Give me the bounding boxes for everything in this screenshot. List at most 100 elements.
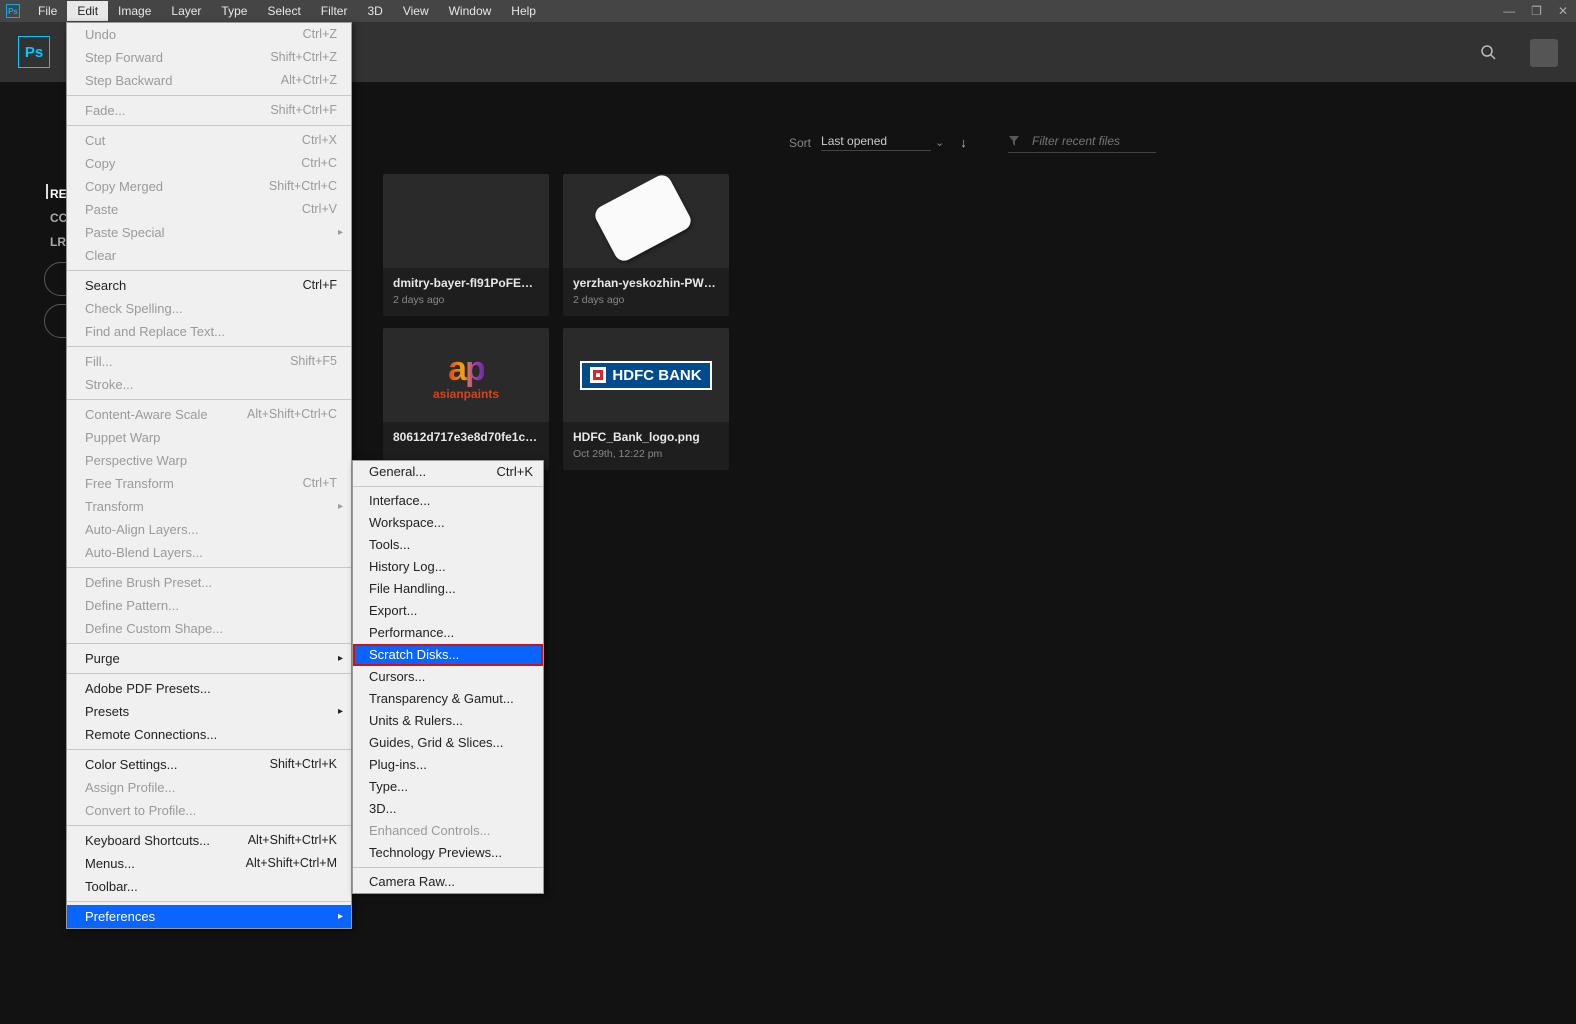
menu-separator	[67, 825, 351, 826]
menu-image[interactable]: Image	[108, 1, 161, 21]
edit-menu-item: Fade...Shift+Ctrl+F	[67, 99, 351, 122]
menu-help[interactable]: Help	[501, 1, 546, 21]
edit-menu-item: Define Pattern...	[67, 594, 351, 617]
edit-menu-item: Copy MergedShift+Ctrl+C	[67, 175, 351, 198]
edit-menu-item: PasteCtrl+V	[67, 198, 351, 221]
recent-file-timestamp: Oct 29th, 12:22 pm	[573, 448, 719, 460]
edit-menu-item[interactable]: Color Settings...Shift+Ctrl+K	[67, 753, 351, 776]
preferences-menu-item[interactable]: Workspace...	[353, 512, 543, 534]
preferences-menu-item[interactable]: Type...	[353, 776, 543, 798]
menu-separator	[67, 567, 351, 568]
sidebar-item-re[interactable]: RE	[0, 182, 68, 206]
preferences-menu-item[interactable]: Camera Raw...	[353, 871, 543, 893]
sidebar-item-lr[interactable]: LR	[0, 230, 68, 254]
recent-file-card[interactable]: dmitry-bayer-fI91PoFE1DU... 2 days ago	[383, 174, 549, 316]
edit-menu-item: Step BackwardAlt+Ctrl+Z	[67, 69, 351, 92]
edit-menu-item: Convert to Profile...	[67, 799, 351, 822]
menu-separator	[67, 125, 351, 126]
app-icon: Ps	[6, 4, 20, 18]
edit-menu-item: UndoCtrl+Z	[67, 23, 351, 46]
preferences-menu-item[interactable]: Transparency & Gamut...	[353, 688, 543, 710]
preferences-menu-item[interactable]: History Log...	[353, 556, 543, 578]
edit-menu-item: Transform	[67, 495, 351, 518]
menu-separator	[67, 643, 351, 644]
recent-file-card[interactable]: yerzhan-yeskozhin-PWC_...2 days ago	[563, 174, 729, 316]
edit-menu-item: Fill...Shift+F5	[67, 350, 351, 373]
edit-menu-item: Free TransformCtrl+T	[67, 472, 351, 495]
filter-control[interactable]: Filter recent files	[1008, 134, 1156, 153]
menu-edit[interactable]: Edit	[67, 1, 108, 21]
recent-file-name: HDFC_Bank_logo.png	[573, 430, 719, 444]
preferences-menu-item[interactable]: Tools...	[353, 534, 543, 556]
preferences-menu-item[interactable]: Performance...	[353, 622, 543, 644]
menu-separator	[67, 673, 351, 674]
edit-menu-item[interactable]: Purge	[67, 647, 351, 670]
edit-menu-item: Define Brush Preset...	[67, 571, 351, 594]
menu-view[interactable]: View	[393, 1, 439, 21]
menu-separator	[67, 901, 351, 902]
recent-file-name: 80612d717e3e8d70fe1c456	[393, 430, 539, 444]
preferences-menu-item[interactable]: Technology Previews...	[353, 842, 543, 864]
menu-window[interactable]: Window	[439, 1, 502, 21]
preferences-menu-item[interactable]: Guides, Grid & Slices...	[353, 732, 543, 754]
preferences-menu-item: Enhanced Controls...	[353, 820, 543, 842]
preferences-menu-item[interactable]: General...Ctrl+K	[353, 461, 543, 483]
edit-menu-item[interactable]: Preferences	[67, 905, 351, 928]
menu-separator	[67, 399, 351, 400]
preferences-menu-item[interactable]: Interface...	[353, 490, 543, 512]
edit-menu-item[interactable]: SearchCtrl+F	[67, 274, 351, 297]
menu-separator	[67, 346, 351, 347]
edit-menu-item[interactable]: Keyboard Shortcuts...Alt+Shift+Ctrl+K	[67, 829, 351, 852]
menubar: Ps FileEditImageLayerTypeSelectFilter3DV…	[0, 0, 1576, 22]
close-icon[interactable]: ✕	[1558, 4, 1568, 18]
search-icon[interactable]	[1480, 44, 1496, 60]
edit-menu-item[interactable]: Presets	[67, 700, 351, 723]
minimize-icon[interactable]: —	[1503, 4, 1515, 18]
recent-file-thumbnail: HDFC BANK	[563, 328, 729, 422]
sidebar-active-indicator	[46, 184, 48, 199]
recent-file-name: dmitry-bayer-fI91PoFE1DU...	[393, 276, 539, 290]
sidebar-item-cc[interactable]: CC	[0, 206, 68, 230]
app-logo: Ps	[18, 36, 50, 68]
edit-menu-item: CutCtrl+X	[67, 129, 351, 152]
preferences-menu-item[interactable]: Plug-ins...	[353, 754, 543, 776]
sort-control[interactable]: Sort Last opened ⌄ ↓	[789, 134, 967, 151]
preferences-menu-item[interactable]: Units & Rulers...	[353, 710, 543, 732]
avatar[interactable]	[1530, 39, 1558, 67]
edit-menu-item[interactable]: Remote Connections...	[67, 723, 351, 746]
edit-menu-item: Assign Profile...	[67, 776, 351, 799]
edit-menu-item: Define Custom Shape...	[67, 617, 351, 640]
maximize-icon[interactable]: ❐	[1531, 4, 1542, 18]
recent-file-thumbnail: apasianpaints	[383, 328, 549, 422]
preferences-menu-item[interactable]: 3D...	[353, 798, 543, 820]
recent-file-card[interactable]: HDFC BANK HDFC_Bank_logo.png Oct 29th, 12:…	[563, 328, 729, 470]
recent-file-timestamp: 2 days ago	[393, 294, 539, 306]
filter-icon	[1008, 135, 1020, 147]
menu-layer[interactable]: Layer	[161, 1, 211, 21]
preferences-menu-item[interactable]: File Handling...	[353, 578, 543, 600]
menu-type[interactable]: Type	[211, 1, 257, 21]
edit-menu-item: Auto-Align Layers...	[67, 518, 351, 541]
edit-menu-item[interactable]: Adobe PDF Presets...	[67, 677, 351, 700]
menu-filter[interactable]: Filter	[311, 1, 358, 21]
sort-direction-icon[interactable]: ↓	[960, 135, 967, 150]
recent-files-grid: dmitry-bayer-fI91PoFE1DU... 2 days ago yer…	[383, 174, 729, 470]
chevron-down-icon[interactable]: ⌄	[935, 136, 944, 149]
edit-menu-item: Auto-Blend Layers...	[67, 541, 351, 564]
recent-file-thumbnail	[383, 174, 549, 268]
preferences-submenu: General...Ctrl+K Interface...Workspace...…	[352, 460, 544, 894]
edit-menu-item[interactable]: Menus...Alt+Shift+Ctrl+M	[67, 852, 351, 875]
recent-file-card[interactable]: apasianpaints 80612d717e3e8d70fe1c456	[383, 328, 549, 470]
menu-3d[interactable]: 3D	[357, 1, 392, 21]
edit-menu-dropdown: UndoCtrl+ZStep ForwardShift+Ctrl+ZStep B…	[66, 22, 352, 929]
preferences-menu-item[interactable]: Scratch Disks...	[353, 644, 543, 666]
menu-select[interactable]: Select	[257, 1, 310, 21]
menu-file[interactable]: File	[28, 1, 67, 21]
menu-separator	[67, 749, 351, 750]
recent-file-name: yerzhan-yeskozhin-PWC_...	[573, 276, 719, 290]
preferences-menu-item[interactable]: Cursors...	[353, 666, 543, 688]
sort-label: Sort	[789, 136, 811, 150]
preferences-menu-item[interactable]: Export...	[353, 600, 543, 622]
edit-menu-item[interactable]: Toolbar...	[67, 875, 351, 898]
edit-menu-item: Check Spelling...	[67, 297, 351, 320]
